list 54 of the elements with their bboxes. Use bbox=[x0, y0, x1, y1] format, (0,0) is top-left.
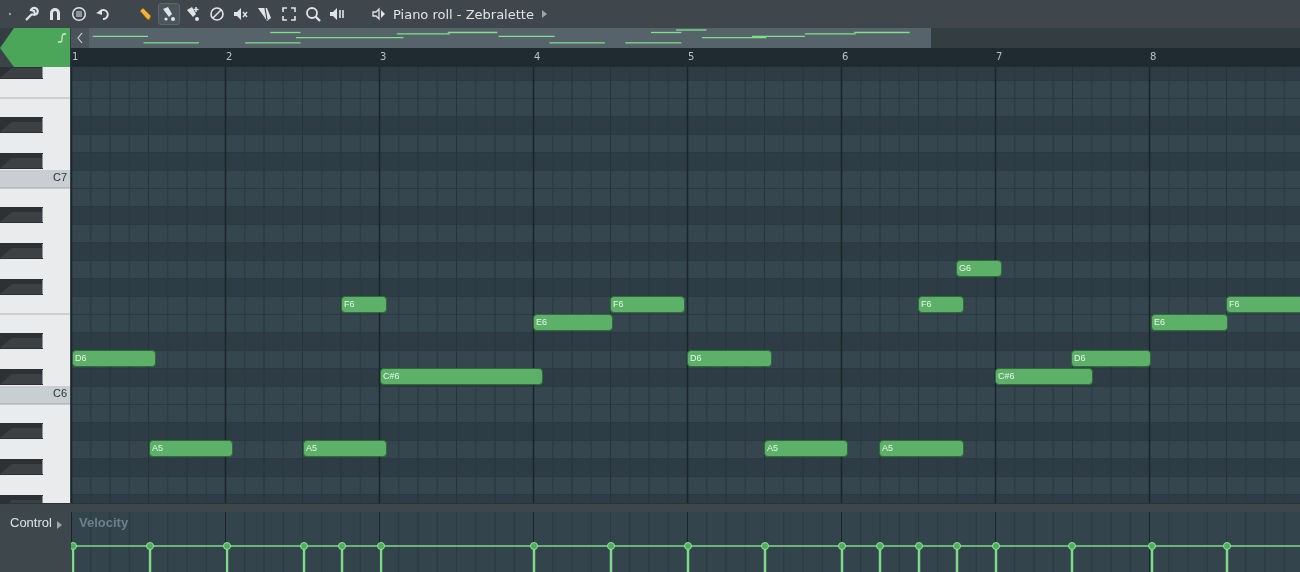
note-block[interactable]: A5 bbox=[303, 440, 387, 457]
list-icon bbox=[71, 6, 87, 22]
note-block[interactable]: A5 bbox=[764, 440, 848, 457]
eraser-icon bbox=[185, 6, 201, 22]
note-block[interactable]: F6 bbox=[610, 296, 685, 313]
velocity-lane[interactable] bbox=[71, 512, 1300, 572]
note-block[interactable]: A5 bbox=[149, 440, 233, 457]
brush-icon bbox=[161, 6, 177, 22]
note-block[interactable]: C#6 bbox=[995, 368, 1093, 385]
brush-tool-button[interactable] bbox=[158, 3, 180, 25]
forbid-icon bbox=[209, 6, 225, 22]
note-block[interactable]: F6 bbox=[341, 296, 387, 313]
note-block[interactable]: A5 bbox=[879, 440, 964, 457]
key-label: C7 bbox=[52, 171, 67, 183]
window-title: Piano roll - Zebralette bbox=[393, 6, 534, 22]
select-icon bbox=[281, 6, 297, 22]
bar-number: 8 bbox=[1150, 51, 1157, 62]
pencil-icon bbox=[137, 6, 153, 22]
chevron-left-icon bbox=[77, 33, 83, 43]
bar-number: 7 bbox=[996, 51, 1003, 62]
note-block[interactable]: F6 bbox=[918, 296, 964, 313]
timeline-ruler[interactable]: 1 2 3 4 5 6 7 8 bbox=[70, 48, 1300, 67]
bar-number: 2 bbox=[226, 51, 233, 62]
slice-icon bbox=[257, 6, 273, 22]
bar-number: 3 bbox=[380, 51, 387, 62]
parameter-label: Velocity bbox=[79, 515, 129, 530]
bar-number: 5 bbox=[688, 51, 695, 62]
playback-icon bbox=[329, 6, 345, 22]
speaker-icon bbox=[372, 7, 386, 21]
key-label: C6 bbox=[52, 387, 67, 399]
curve-icon bbox=[58, 33, 66, 43]
undo-icon bbox=[95, 6, 111, 22]
note-block[interactable]: F6 bbox=[1226, 296, 1300, 313]
note-block[interactable]: D6 bbox=[72, 350, 156, 367]
note-block[interactable]: E6 bbox=[533, 314, 613, 331]
note-block[interactable]: C#6 bbox=[380, 368, 543, 385]
piano-keyboard-drawing[interactable] bbox=[0, 67, 70, 503]
note-grid[interactable] bbox=[71, 67, 1300, 503]
control-label[interactable]: Control bbox=[10, 515, 52, 530]
note-block[interactable]: D6 bbox=[1071, 350, 1151, 367]
velocity-bars-drawing[interactable] bbox=[71, 542, 1300, 572]
magnet-icon bbox=[47, 6, 63, 22]
note-block[interactable]: E6 bbox=[1151, 314, 1228, 331]
wrench-icon bbox=[23, 6, 39, 22]
mute-icon bbox=[233, 6, 249, 22]
bar-number: 6 bbox=[842, 51, 849, 62]
scroll-left-button[interactable] bbox=[71, 28, 89, 48]
zoom-icon bbox=[305, 6, 321, 22]
note-block[interactable]: G6 bbox=[956, 260, 1002, 277]
note-block[interactable]: D6 bbox=[687, 350, 772, 367]
caret-icon[interactable] bbox=[56, 521, 62, 529]
bar-number: 4 bbox=[534, 51, 541, 62]
bar-number: 1 bbox=[72, 51, 79, 62]
caret-icon[interactable] bbox=[541, 10, 547, 18]
